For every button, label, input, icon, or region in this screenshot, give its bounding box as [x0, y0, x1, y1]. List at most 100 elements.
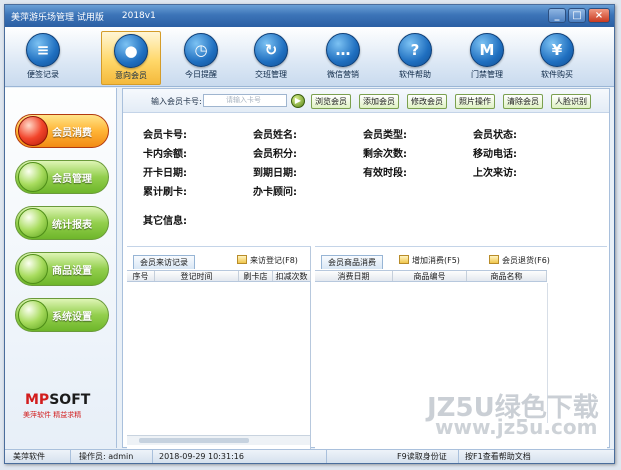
toolbar-shift-button[interactable]: ↻ 交班管理: [241, 31, 301, 85]
toolbar-label: 门禁管理: [471, 70, 503, 79]
column-header[interactable]: 序号: [127, 271, 155, 281]
sidebar-item-label: 商品设置: [52, 265, 92, 277]
sidebar-item-reports[interactable]: 统计报表: [15, 206, 109, 240]
clear-member-button[interactable]: 清除会员: [503, 94, 543, 109]
member-icon: ●: [114, 34, 148, 68]
tab-goods-consumption[interactable]: 会员商品消费: [321, 255, 383, 269]
column-header[interactable]: 登记时间: [155, 271, 239, 281]
refresh-icon: ↻: [254, 33, 288, 67]
member-info: 会员卡号: 会员姓名: 会员类型: 会员状态: 卡内余额: 会员积分: 剩余次数…: [123, 113, 609, 243]
sidebar-item-label: 会员消费: [52, 127, 92, 139]
status-datetime: 2018-09-29 10:31:16: [155, 450, 327, 463]
field-last-visit: 上次来访:: [473, 168, 517, 179]
ball-icon: [18, 208, 48, 238]
title-bar: 美萍游乐场管理 试用版 2018v1 _ □ ×: [5, 5, 614, 27]
gate-icon: M: [470, 33, 504, 67]
minimize-button[interactable]: _: [548, 8, 566, 23]
return-icon: [489, 255, 499, 264]
sidebar-item-label: 系统设置: [52, 311, 92, 323]
add-consumption-button[interactable]: 增加消费(F5): [399, 255, 460, 266]
toolbar-label: 微信营销: [327, 70, 359, 79]
field-card-number: 会员卡号:: [143, 130, 187, 141]
column-header[interactable]: 商品编号: [393, 271, 467, 281]
toolbar-purchase-button[interactable]: ¥ 软件购买: [527, 31, 587, 85]
field-card-advisor: 办卡顾问:: [253, 187, 297, 198]
toolbar-label: 软件帮助: [399, 70, 431, 79]
sidebar-item-goods-settings[interactable]: 商品设置: [15, 252, 109, 286]
field-total-swipes: 累计刷卡:: [143, 187, 187, 198]
field-valid-period: 有效时段:: [363, 168, 407, 179]
card-number-label: 输入会员卡号:: [151, 97, 202, 106]
status-company: 美萍软件: [9, 450, 71, 463]
status-id-reader: F9读取身份证: [393, 450, 459, 463]
company-logo: MPSOFT: [25, 392, 91, 408]
pencil-icon: [237, 255, 247, 264]
field-member-type: 会员类型:: [363, 130, 407, 141]
column-header[interactable]: 消费日期: [315, 271, 393, 281]
field-open-date: 开卡日期:: [143, 168, 187, 179]
notepad-icon: ≡: [26, 33, 60, 67]
toolbar-wechat-button[interactable]: … 微信营销: [313, 31, 373, 85]
sidebar: 会员消费 会员管理 统计报表 商品设置 系统设置 MPSOFT 美萍软件 精益求…: [5, 88, 117, 448]
status-operator: 操作员: admin: [75, 450, 153, 463]
toolbar-reminder-button[interactable]: ◷ 今日提醒: [171, 31, 231, 85]
member-return-button[interactable]: 会员退货(F6): [489, 255, 550, 266]
sidebar-item-label: 统计报表: [52, 219, 92, 231]
ball-icon: [18, 116, 48, 146]
tab-visit-records[interactable]: 会员来访记录: [133, 255, 195, 269]
toolbar-label: 便签记录: [27, 70, 59, 79]
horizontal-scrollbar[interactable]: [127, 435, 310, 445]
member-return-label: 会员退货(F6): [502, 256, 550, 265]
toolbar-label: 今日提醒: [185, 70, 217, 79]
sidebar-item-system-settings[interactable]: 系统设置: [15, 298, 109, 332]
field-other-info: 其它信息:: [143, 216, 187, 227]
toolbar-help-button[interactable]: ? 软件帮助: [385, 31, 445, 85]
scrollbar-thumb[interactable]: [139, 438, 249, 443]
ball-icon: [18, 254, 48, 284]
toolbar-gate-button[interactable]: M 门禁管理: [457, 31, 517, 85]
main-toolbar: ≡ 便签记录 ● 意向会员 ◷ 今日提醒 ↻ 交班管理 … 微信营销 ? 软件帮…: [5, 27, 614, 87]
maximize-button[interactable]: □: [568, 8, 586, 23]
window-version: 2018v1: [121, 11, 156, 21]
close-button[interactable]: ×: [588, 8, 610, 23]
column-header[interactable]: 刷卡店: [239, 271, 273, 281]
visit-table-header: 序号 登记时间 刷卡店 扣减次数: [127, 270, 311, 282]
toolbar-prospects-button[interactable]: ● 意向会员: [101, 31, 161, 85]
add-consumption-label: 增加消费(F5): [412, 256, 460, 265]
ball-icon: [18, 300, 48, 330]
toolbar-label: 意向会员: [115, 71, 147, 80]
add-member-button[interactable]: 添加会员: [359, 94, 399, 109]
sidebar-item-member-consumption[interactable]: 会员消费: [15, 114, 109, 148]
yen-icon: ¥: [540, 33, 574, 67]
field-points: 会员积分:: [253, 149, 297, 160]
sidebar-item-label: 会员管理: [52, 173, 92, 185]
toolbar-label: 软件购买: [541, 70, 573, 79]
help-icon: ?: [398, 33, 432, 67]
field-member-status: 会员状态:: [473, 130, 517, 141]
watermark-url: www.jz5u.com: [435, 415, 598, 439]
window-controls: _ □ ×: [548, 8, 610, 23]
face-recognition-button[interactable]: 人脸识别: [551, 94, 591, 109]
chat-icon: …: [326, 33, 360, 67]
arrow-right-icon[interactable]: ▶: [291, 94, 305, 108]
visit-register-button[interactable]: 来访登记(F8): [237, 255, 298, 266]
search-bar: 输入会员卡号: 请输入卡号 ▶ 浏览会员 添加会员 修改会员 照片操作 清除会员…: [123, 89, 609, 113]
app-window: 美萍游乐场管理 试用版 2018v1 _ □ × ≡ 便签记录 ● 意向会员 ◷…: [4, 4, 615, 464]
clock-icon: ◷: [184, 33, 218, 67]
column-header[interactable]: 商品名称: [467, 271, 547, 281]
edit-member-button[interactable]: 修改会员: [407, 94, 447, 109]
field-mobile: 移动电话:: [473, 149, 517, 160]
status-help: 按F1查看帮助文档: [465, 452, 531, 461]
card-number-input[interactable]: 请输入卡号: [203, 94, 287, 107]
toolbar-notes-button[interactable]: ≡ 便签记录: [13, 31, 73, 85]
sidebar-item-member-management[interactable]: 会员管理: [15, 160, 109, 194]
photo-button[interactable]: 照片操作: [455, 94, 495, 109]
field-expiry-date: 到期日期:: [253, 168, 297, 179]
field-balance: 卡内余额:: [143, 149, 187, 160]
browse-member-button[interactable]: 浏览会员: [311, 94, 351, 109]
field-remaining-times: 剩余次数:: [363, 149, 407, 160]
toolbar-label: 交班管理: [255, 70, 287, 79]
visit-register-label: 来访登记(F8): [250, 256, 298, 265]
field-member-name: 会员姓名:: [253, 130, 297, 141]
column-header[interactable]: 扣减次数: [273, 271, 311, 281]
